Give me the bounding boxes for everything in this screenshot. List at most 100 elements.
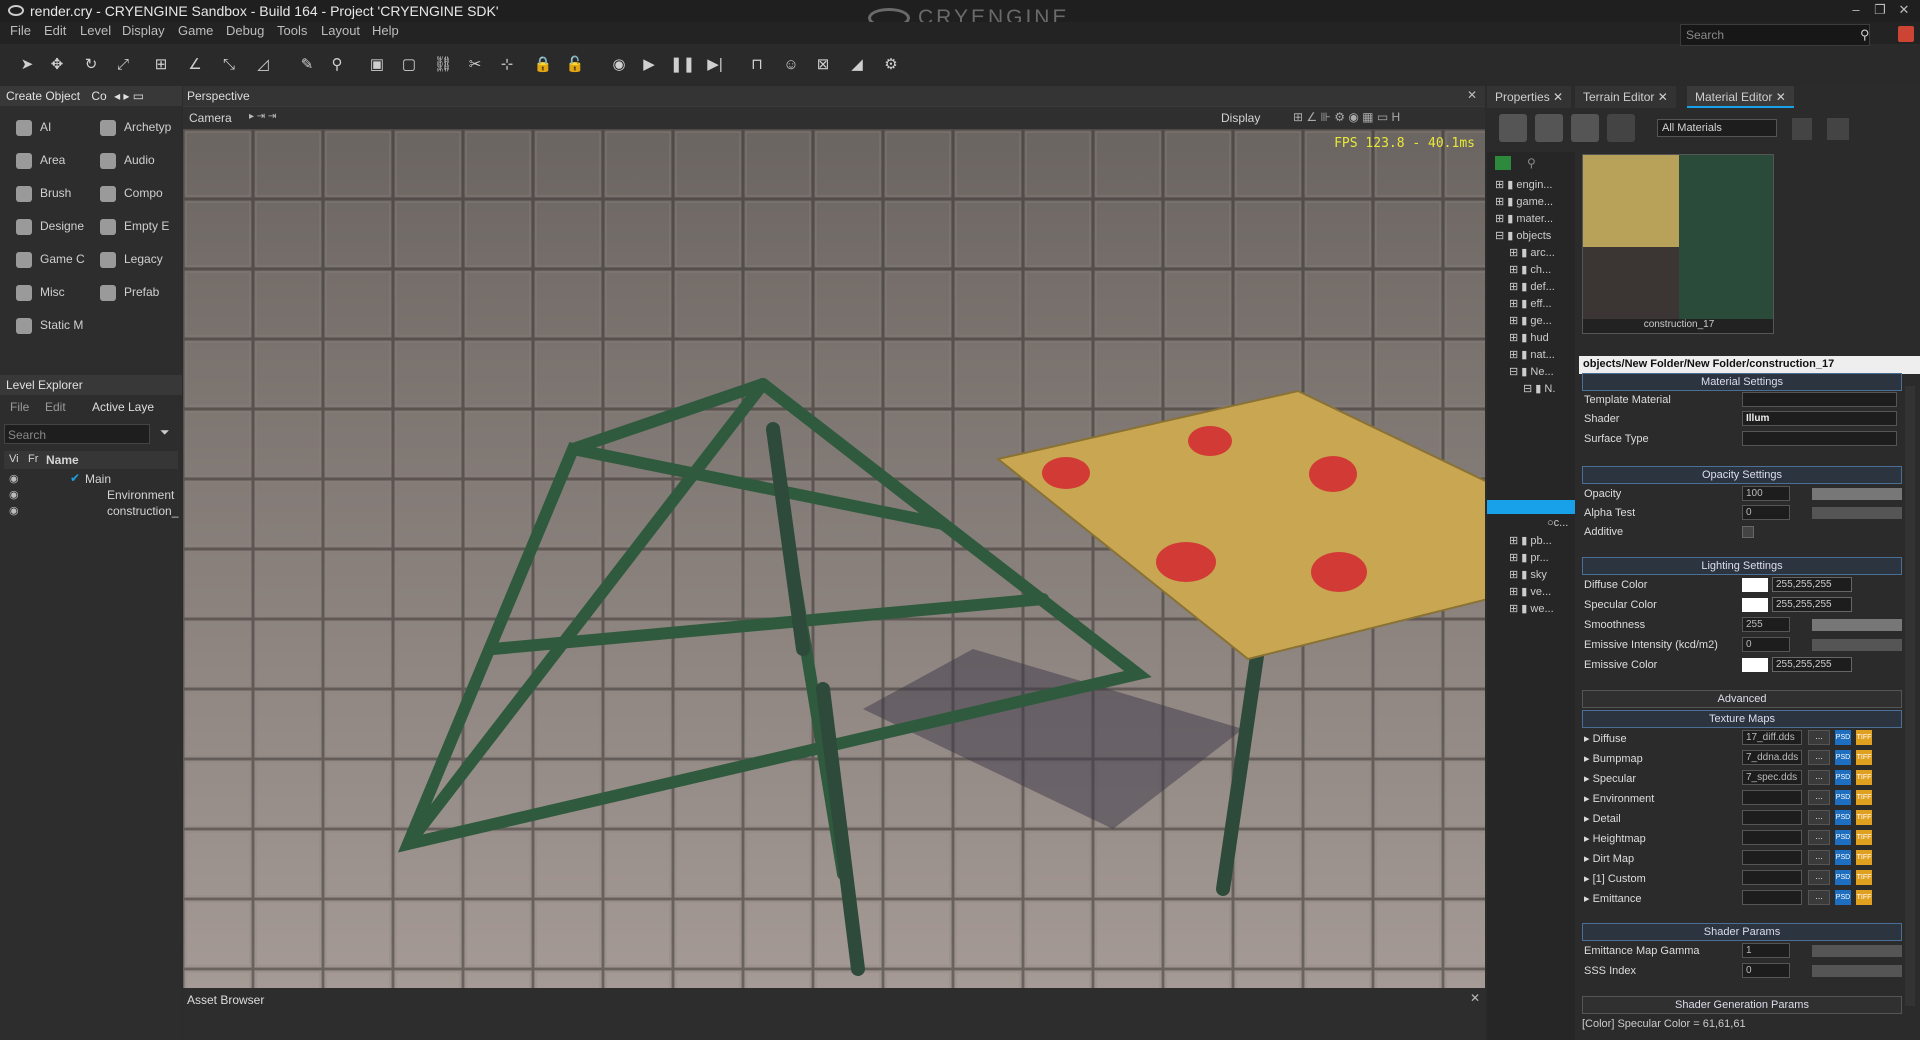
- browse-button[interactable]: ...: [1808, 870, 1830, 885]
- menu-debug[interactable]: Debug: [226, 23, 264, 38]
- step-icon[interactable]: ▶|: [704, 54, 726, 76]
- emittance-gamma-field[interactable]: 1: [1742, 943, 1790, 958]
- viewport-options-icon[interactable]: ⊞ ∠ ⊪ ⚙ ◉ ▦ ▭ H: [1293, 110, 1400, 124]
- tab-properties[interactable]: Properties ✕: [1487, 86, 1572, 108]
- diffuse-swatch[interactable]: [1742, 578, 1768, 592]
- active-layer-label[interactable]: Active Laye: [92, 400, 154, 414]
- psd-button[interactable]: PSD: [1835, 890, 1851, 905]
- camera-menu[interactable]: Camera: [189, 111, 232, 125]
- col-name[interactable]: Name: [46, 453, 79, 467]
- detail-map-field[interactable]: [1742, 810, 1802, 825]
- browse-button[interactable]: ...: [1808, 770, 1830, 785]
- browse-button[interactable]: ...: [1808, 730, 1830, 745]
- alpha-test-field[interactable]: 0: [1742, 505, 1790, 520]
- emittance-gamma-slider[interactable]: [1812, 945, 1902, 957]
- material-filter-select[interactable]: All Materials: [1657, 119, 1777, 137]
- unlock-icon[interactable]: 🔓: [564, 54, 586, 76]
- tree-item[interactable]: ⊟ ▮ objects: [1495, 229, 1581, 246]
- snap-vertex-icon[interactable]: ⊓: [746, 54, 768, 76]
- heightmap-field[interactable]: [1742, 830, 1802, 845]
- pick-icon[interactable]: ⊹: [496, 54, 518, 76]
- emittance-map-field[interactable]: [1742, 890, 1802, 905]
- psd-button[interactable]: PSD: [1835, 870, 1851, 885]
- tab-terrain-editor[interactable]: Terrain Editor ✕: [1575, 86, 1676, 108]
- tree-search-icon[interactable]: ⚲: [1527, 156, 1536, 170]
- paint-icon[interactable]: ✎: [296, 54, 318, 76]
- opacity-field[interactable]: 100: [1742, 486, 1790, 501]
- ai-icon[interactable]: ⊠: [812, 54, 834, 76]
- create-legacy-button[interactable]: Legacy: [100, 252, 182, 282]
- create-misc-button[interactable]: Misc: [16, 285, 98, 315]
- tiff-button[interactable]: TIFF: [1856, 770, 1872, 785]
- camera-arrows-icon[interactable]: ▸ ⇥ ⇥: [249, 111, 276, 122]
- table-row[interactable]: construction_: [107, 504, 178, 518]
- emissive-swatch[interactable]: [1742, 658, 1768, 672]
- browse-button[interactable]: ...: [1808, 810, 1830, 825]
- notification-icon[interactable]: [1898, 26, 1914, 42]
- menu-display[interactable]: Display: [122, 23, 165, 38]
- generate-icon[interactable]: ⚙: [880, 54, 902, 76]
- close-viewport-icon[interactable]: ✕: [1467, 88, 1477, 102]
- new-material-icon[interactable]: [1499, 114, 1527, 142]
- snap-angle-icon[interactable]: ∠: [184, 54, 206, 76]
- shader-generation-section[interactable]: Shader Generation Params: [1582, 996, 1902, 1014]
- duplicate-material-icon[interactable]: [1571, 114, 1599, 142]
- properties-scrollbar[interactable]: [1905, 386, 1915, 1006]
- advanced-section[interactable]: Advanced: [1582, 690, 1902, 708]
- table-row[interactable]: Environment: [107, 488, 174, 502]
- link-icon[interactable]: ⛓: [432, 54, 454, 76]
- browse-button[interactable]: ...: [1808, 790, 1830, 805]
- picker-icon[interactable]: [1607, 114, 1635, 142]
- snap-grid-icon[interactable]: ⊞: [150, 54, 172, 76]
- ungroup-icon[interactable]: ▢: [398, 54, 420, 76]
- sss-index-field[interactable]: 0: [1742, 963, 1790, 978]
- lighting-section[interactable]: Lighting Settings: [1582, 557, 1902, 575]
- level-menu-edit[interactable]: Edit: [45, 400, 66, 414]
- menu-file[interactable]: File: [10, 23, 31, 38]
- tiff-button[interactable]: TIFF: [1856, 830, 1872, 845]
- sss-index-slider[interactable]: [1812, 965, 1902, 977]
- close-icon[interactable]: ✕: [1896, 2, 1912, 18]
- search-input[interactable]: Search: [1680, 24, 1870, 46]
- browse-button[interactable]: ...: [1808, 750, 1830, 765]
- group-icon[interactable]: ▣: [366, 54, 388, 76]
- check-icon[interactable]: ✔: [70, 471, 80, 485]
- custom-map-field[interactable]: [1742, 870, 1802, 885]
- tab-create-object[interactable]: Create Object: [6, 89, 80, 103]
- emissive-intensity-slider[interactable]: [1812, 639, 1902, 651]
- save-material-icon[interactable]: [1792, 118, 1812, 140]
- surface-select[interactable]: [1742, 431, 1897, 446]
- template-field[interactable]: [1742, 392, 1897, 407]
- opacity-slider[interactable]: [1812, 488, 1902, 500]
- tab-arrows-icon[interactable]: ◂ ▸ ▭: [114, 89, 144, 103]
- specular-color-field[interactable]: 255,255,255: [1772, 597, 1852, 612]
- psd-button[interactable]: PSD: [1835, 730, 1851, 745]
- diffuse-map-field[interactable]: 17_diff.dds: [1742, 730, 1802, 745]
- minimize-icon[interactable]: –: [1848, 2, 1864, 18]
- terrain-snap-icon[interactable]: ◿: [252, 54, 274, 76]
- smoothness-slider[interactable]: [1812, 619, 1902, 631]
- tiff-button[interactable]: TIFF: [1856, 850, 1872, 865]
- eye-icon[interactable]: ◉: [9, 488, 19, 501]
- psd-button[interactable]: PSD: [1835, 810, 1851, 825]
- psd-button[interactable]: PSD: [1835, 750, 1851, 765]
- tiff-button[interactable]: TIFF: [1856, 750, 1872, 765]
- diffuse-color-field[interactable]: 255,255,255: [1772, 577, 1852, 592]
- scale-icon[interactable]: ⤢: [112, 54, 134, 76]
- opacity-section[interactable]: Opacity Settings: [1582, 466, 1902, 484]
- emissive-intensity-field[interactable]: 0: [1742, 637, 1790, 652]
- create-component-button[interactable]: Compo: [100, 186, 182, 216]
- level-search-input[interactable]: Search: [4, 424, 150, 444]
- tab-co[interactable]: Co: [91, 89, 106, 103]
- save-all-icon[interactable]: [1827, 118, 1849, 140]
- create-prefab-button[interactable]: Prefab: [100, 285, 182, 315]
- scene-render[interactable]: [183, 129, 1485, 988]
- specular-swatch[interactable]: [1742, 598, 1768, 612]
- alpha-test-slider[interactable]: [1812, 507, 1902, 519]
- filter-icon[interactable]: ⏷: [160, 425, 170, 440]
- create-designer-button[interactable]: Designe: [16, 219, 98, 249]
- refresh-icon[interactable]: [1495, 156, 1511, 170]
- emissive-color-field[interactable]: 255,255,255: [1772, 657, 1852, 672]
- find-icon[interactable]: ⚲: [326, 54, 348, 76]
- create-empty-entity-button[interactable]: Empty E: [100, 219, 182, 249]
